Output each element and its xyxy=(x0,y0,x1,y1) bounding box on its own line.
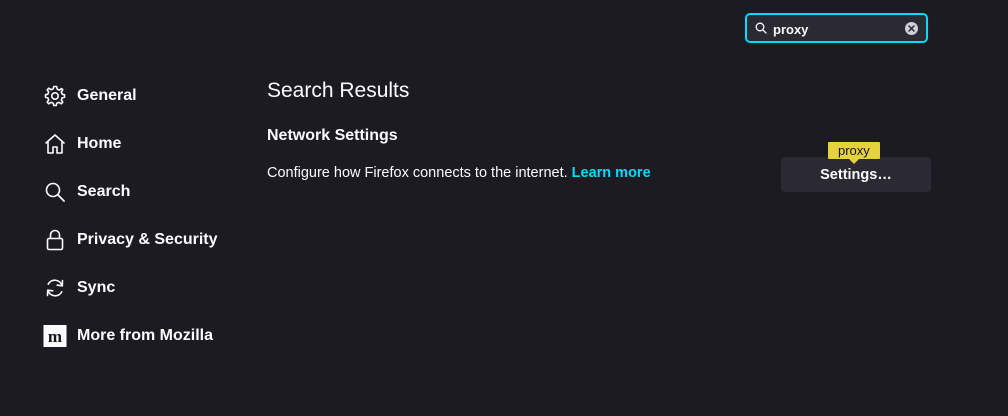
section-description-row: Configure how Firefox connects to the in… xyxy=(267,165,651,181)
sidebar-item-home[interactable]: Home xyxy=(43,120,243,168)
preferences-page: General Home Search xyxy=(0,0,1008,416)
sidebar-item-privacy-security[interactable]: Privacy & Security xyxy=(43,216,243,264)
gear-icon xyxy=(43,84,67,108)
sidebar-item-sync[interactable]: Sync xyxy=(43,264,243,312)
search-icon xyxy=(755,22,767,34)
svg-text:m: m xyxy=(48,327,62,346)
sidebar-item-label: Search xyxy=(77,183,131,200)
clear-search-button[interactable] xyxy=(905,22,918,35)
learn-more-link[interactable]: Learn more xyxy=(572,165,651,181)
home-icon xyxy=(43,132,67,156)
search-icon xyxy=(43,180,67,204)
sidebar-item-label: More from Mozilla xyxy=(77,327,214,344)
sidebar-item-label: General xyxy=(77,87,137,104)
sidebar-item-search[interactable]: Search xyxy=(43,168,243,216)
mozilla-icon: m xyxy=(43,324,67,348)
sync-icon xyxy=(43,276,67,300)
search-input[interactable] xyxy=(773,19,903,39)
sidebar-item-label: Privacy & Security xyxy=(77,231,218,248)
main-content: Search Results Network Settings Configur… xyxy=(267,76,931,192)
section-description: Configure how Firefox connects to the in… xyxy=(267,165,572,181)
section-title: Network Settings xyxy=(267,127,398,144)
sidebar-item-label: Sync xyxy=(77,279,116,296)
sidebar-item-more-from-mozilla[interactable]: m More from Mozilla xyxy=(43,312,243,360)
sidebar-item-label: Home xyxy=(77,135,122,152)
search-highlight-tag: proxy xyxy=(828,142,880,164)
lock-icon xyxy=(43,228,67,252)
close-icon xyxy=(908,25,915,32)
sidebar-item-general[interactable]: General xyxy=(43,72,243,120)
sidebar: General Home Search Privacy & Security S… xyxy=(43,72,243,360)
page-title: Search Results xyxy=(267,79,410,102)
search-box[interactable] xyxy=(745,13,928,43)
